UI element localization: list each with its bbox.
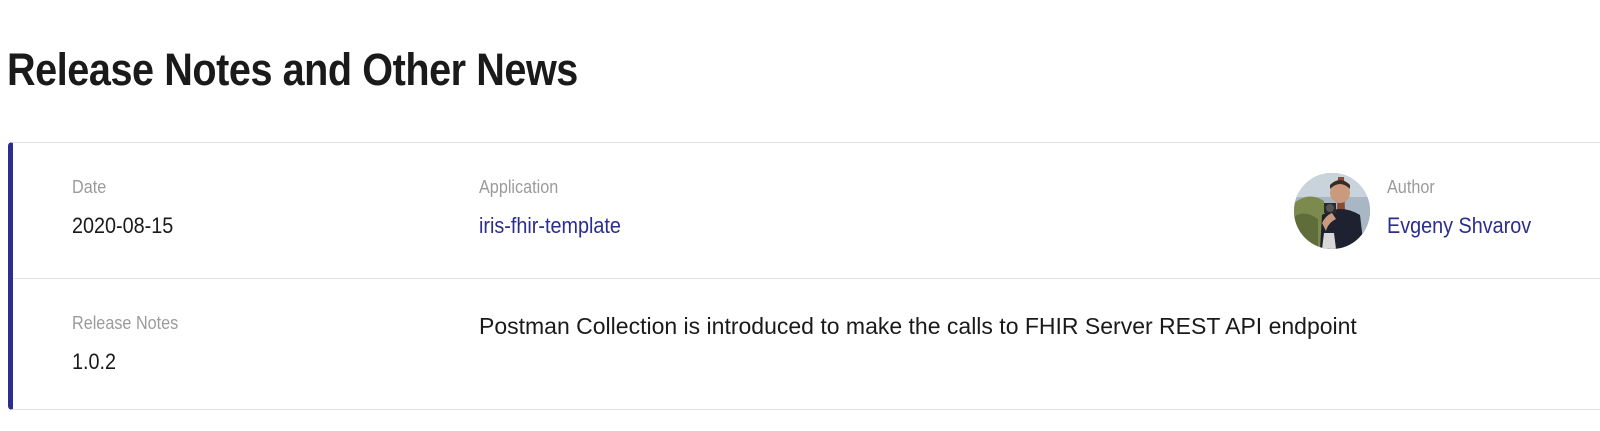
release-card: Date 2020-08-15 Application iris-fhir-te… <box>8 142 1600 410</box>
author-avatar[interactable] <box>1294 173 1370 249</box>
date-label: Date <box>72 177 107 197</box>
release-notes-label: Release Notes <box>72 313 179 333</box>
release-notes-text: Postman Collection is introduced to make… <box>479 313 1357 339</box>
page-title: Release Notes and Other News <box>7 44 578 95</box>
avatar-image <box>1294 173 1370 249</box>
release-version: 1.0.2 <box>72 349 117 374</box>
application-label: Application <box>479 177 559 197</box>
release-meta-row: Date 2020-08-15 Application iris-fhir-te… <box>13 143 1600 279</box>
release-notes-row: Release Notes 1.0.2 Postman Collection i… <box>13 279 1600 409</box>
author-label: Author <box>1387 177 1435 197</box>
author-link[interactable]: Evgeny Shvarov <box>1387 213 1531 239</box>
application-link[interactable]: iris-fhir-template <box>479 213 621 239</box>
date-value: 2020-08-15 <box>72 213 174 238</box>
